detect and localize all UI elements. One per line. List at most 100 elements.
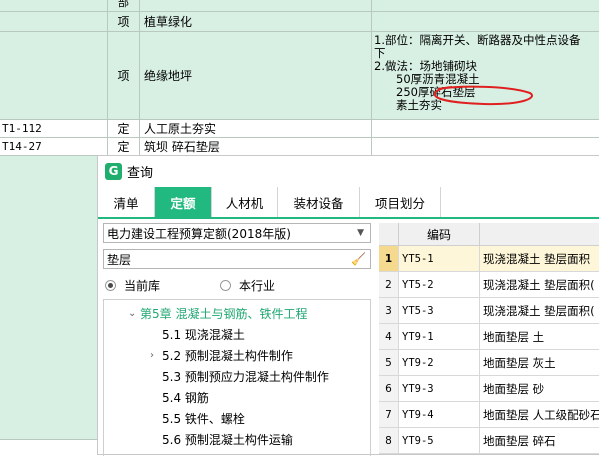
tab-labor-material-machine[interactable]: 人材机 [212,187,278,217]
table-row[interactable]: 5 YT9-2 地面垫层 灰土 [379,350,599,376]
code-cell[interactable]: T1-112 [0,120,108,137]
name-cell[interactable] [140,0,372,11]
table-row[interactable]: 1 YT5-1 现浇混凝土 垫层面积 [379,246,599,272]
tree-item[interactable]: 5.1 现浇混凝土 [150,324,245,344]
tab-quota[interactable]: 定额 [155,187,212,217]
chevron-down-icon[interactable]: ▼ [357,228,364,238]
left-panel: 电力建设工程预算定额(2018年版) ▼ 垫层 🧹 当前库 本行业 ⌄ 第5章 … [98,219,374,456]
code-cell[interactable]: T14-27 [0,138,108,155]
tree-chapter-label: 第5章 混凝土与钢筋、铁件工程 [140,306,308,321]
row-index: 1 [379,246,399,271]
library-select[interactable]: 电力建设工程预算定额(2018年版) ▼ [103,223,371,243]
type-cell[interactable]: 定 [108,120,140,137]
clear-broom-icon[interactable]: 🧹 [351,252,366,266]
radio-selected-icon[interactable] [105,279,116,291]
chevron-right-icon[interactable]: › [150,350,162,361]
table-row[interactable]: 3 YT5-3 现浇混凝土 垫层面积( [379,298,599,324]
row-code[interactable]: YT9-3 [399,376,480,401]
search-input[interactable]: 垫层 🧹 [103,249,371,269]
radio-current-library[interactable]: 当前库 [105,277,160,294]
row-code[interactable]: YT9-2 [399,350,480,375]
tab-project-division[interactable]: 项目划分 [360,187,441,217]
type-cell[interactable]: 项 [108,12,140,31]
code-cell[interactable] [0,0,108,11]
table-row[interactable]: 4 YT9-1 地面垫层 土 [379,324,599,350]
row-code[interactable]: YT9-5 [399,428,480,453]
name-cell[interactable]: 绝缘地坪 [140,32,372,119]
row-name[interactable]: 地面垫层 人工级配砂石 [480,402,599,427]
row-name[interactable]: 现浇混凝土 垫层面积( [480,298,599,323]
grid-header-code[interactable]: 编码 [399,223,480,245]
row-code[interactable]: YT9-4 [399,402,480,427]
code-cell[interactable] [0,156,108,439]
desc-cell[interactable] [372,0,599,11]
table-row[interactable]: 6 YT9-3 地面垫层 砂 [379,376,599,402]
tree-item[interactable]: › 5.2 预制混凝土构件制作 [150,345,293,365]
tree-item[interactable]: 5.6 预制混凝土构件运输 [150,429,293,449]
row-index: 6 [379,376,399,401]
row-name[interactable]: 地面垫层 砂 [480,376,599,401]
table-row[interactable]: 部 [0,0,599,12]
tree-item-label: 5.4 钢筋 [162,390,209,405]
radio-unselected-icon[interactable] [220,279,232,291]
name-cell[interactable]: 筑坝 碎石垫层 [140,138,372,155]
row-index: 8 [379,428,399,453]
tab-equipment-materials[interactable]: 装材设备 [278,187,360,217]
tab-bill[interactable]: 清单 [98,187,155,217]
name-cell[interactable]: 人工原土夯实 [140,120,372,137]
row-name[interactable]: 地面垫层 灰土 [480,350,599,375]
quota-result-grid: 编码 名 1 YT5-1 现浇混凝土 垫层面积 2 YT5-2 现浇混凝土 垫层… [379,219,599,456]
table-row[interactable]: 项 植草绿化 [0,12,599,32]
table-row[interactable]: 7 YT9-4 地面垫层 人工级配砂石 [379,402,599,428]
tree-item[interactable]: 5.5 铁件、螺栓 [150,408,245,428]
radio-this-industry[interactable]: 本行业 [220,277,275,294]
name-cell[interactable]: 植草绿化 [140,12,372,31]
tree-item-label: 5.3 预制预应力混凝土构件制作 [162,369,329,384]
desc-cell[interactable] [372,138,599,155]
library-select-value: 电力建设工程预算定额(2018年版) [107,226,291,241]
tab-bar: 清单 定额 人材机 装材设备 项目划分 [98,187,599,219]
chevron-down-icon[interactable]: ⌄ [128,308,140,319]
code-cell[interactable] [0,12,108,31]
desc-cell[interactable] [372,120,599,137]
row-name[interactable]: 地面垫层 土 [480,324,599,349]
tree-item-label: 5.5 铁件、螺栓 [162,411,245,426]
dialog-title: 查询 [127,165,154,181]
search-input-value: 垫层 [107,252,132,267]
type-cell[interactable]: 项 [108,32,140,119]
table-row[interactable]: 8 YT9-5 地面垫层 碎石 [379,428,599,454]
grid-header-index[interactable] [379,223,399,245]
grid-header-name[interactable]: 名 [480,223,599,245]
row-index: 7 [379,402,399,427]
app-logo-icon: G [105,162,122,180]
row-name[interactable]: 现浇混凝土 垫层面积( [480,272,599,297]
grid-header: 编码 名 [379,223,599,246]
desc-cell[interactable] [372,12,599,31]
tree-item[interactable]: 5.3 预制预应力混凝土构件制作 [150,366,329,386]
table-row[interactable]: T1-112 定 人工原土夯实 [0,120,599,138]
table-row[interactable]: 项 绝缘地坪 1.部位：隔离开关、断路器及中性点设备 下 2.做法：场地铺砌块 … [0,32,599,120]
row-code[interactable]: YT5-2 [399,272,480,297]
scope-radio-group: 当前库 本行业 [105,275,369,295]
query-dialog: G 查询 清单 定额 人材机 装材设备 项目划分 电力建设工程预算定额(2018… [97,155,599,456]
row-index: 4 [379,324,399,349]
row-code[interactable]: YT5-1 [399,246,480,271]
type-cell[interactable]: 定 [108,138,140,155]
row-code[interactable]: YT9-1 [399,324,480,349]
red-highlight-annotation [433,85,533,106]
code-cell[interactable] [0,32,108,119]
row-name[interactable]: 地面垫层 碎石 [480,428,599,453]
row-index: 5 [379,350,399,375]
tree-item[interactable]: 5.4 钢筋 [150,387,209,407]
table-row[interactable]: 2 YT5-2 现浇混凝土 垫层面积( [379,272,599,298]
row-name[interactable]: 现浇混凝土 垫层面积 [480,246,599,271]
row-index: 3 [379,298,399,323]
tree-item-label: 5.6 预制混凝土构件运输 [162,432,293,447]
dialog-titlebar[interactable]: G 查询 [98,156,599,186]
table-row[interactable]: T14-27 定 筑坝 碎石垫层 [0,138,599,156]
radio-label: 当前库 [124,278,161,293]
tree-chapter-5[interactable]: ⌄ 第5章 混凝土与钢筋、铁件工程 [128,303,307,323]
row-code[interactable]: YT5-3 [399,298,480,323]
type-cell[interactable]: 部 [108,0,140,11]
desc-line: 1.部位：隔离开关、断路器及中性点设备 [374,33,581,47]
